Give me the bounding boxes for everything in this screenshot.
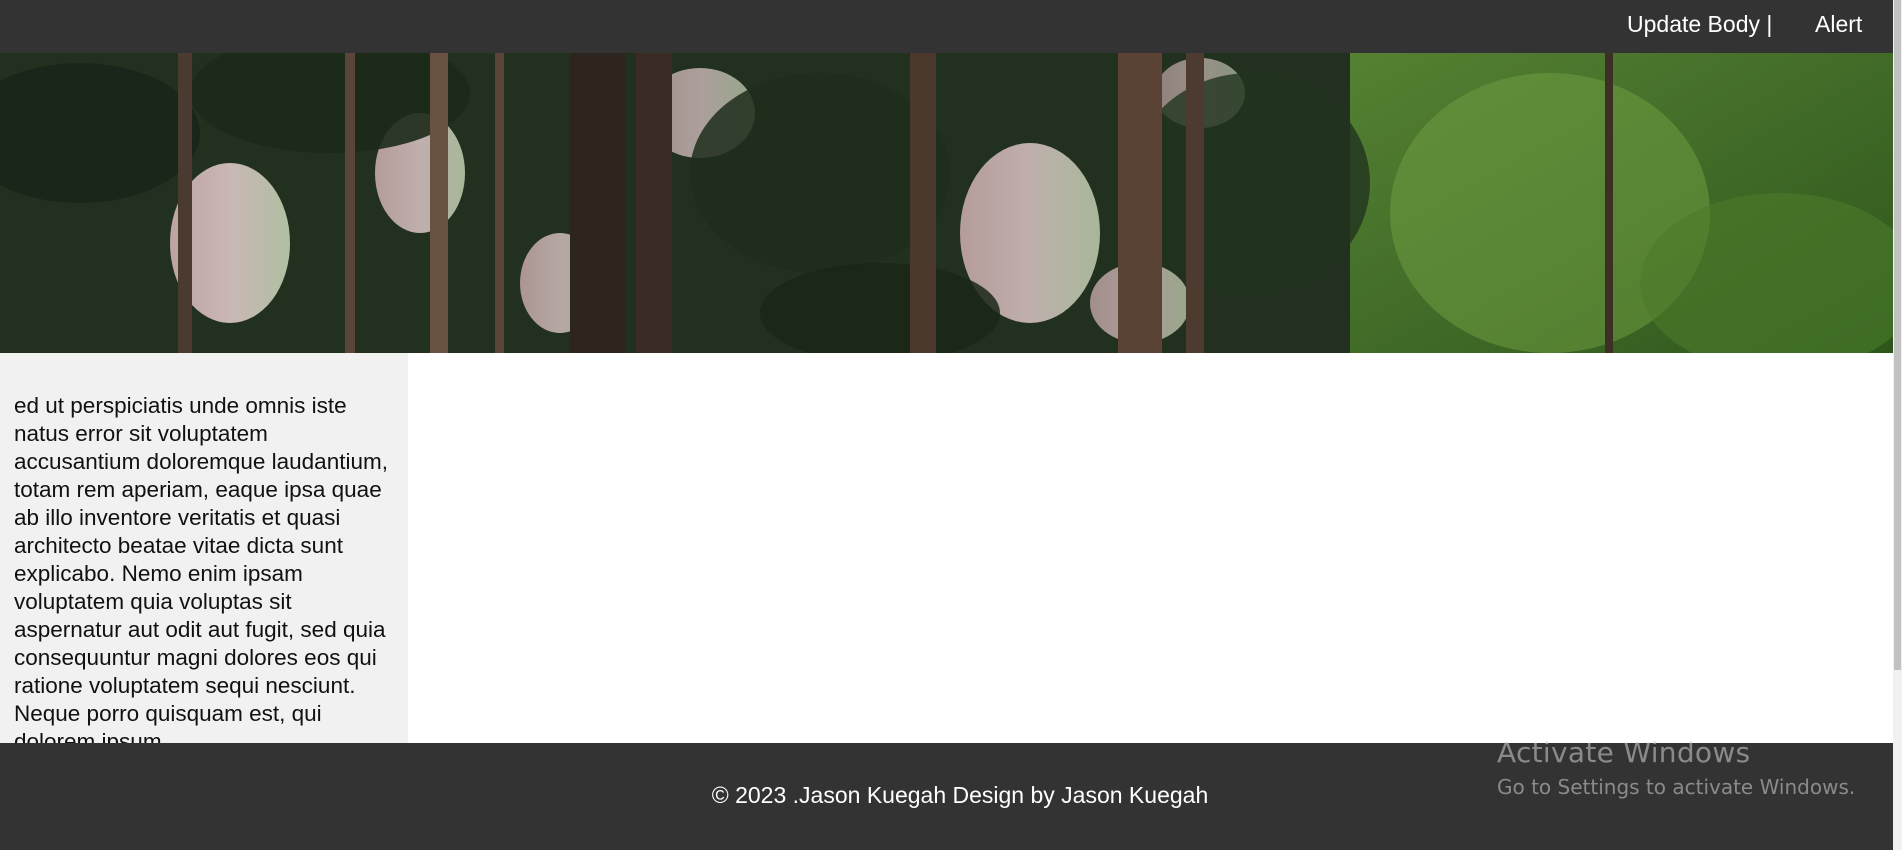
alert-link[interactable]: Alert <box>1815 10 1862 38</box>
activate-windows-subtitle[interactable]: Go to Settings to activate Windows. <box>1497 775 1855 799</box>
vertical-scrollbar[interactable] <box>1893 0 1902 850</box>
forest-illustration <box>0 53 1893 353</box>
scrollbar-thumb[interactable] <box>1894 0 1901 670</box>
activate-windows-title: Activate Windows <box>1497 736 1751 769</box>
sidebar-paragraph: ed ut perspiciatis unde omnis iste natus… <box>14 393 388 743</box>
page: Update Body | Alert ed ut perspiciatis u… <box>0 0 1902 850</box>
forest-hero-image <box>0 53 1893 353</box>
update-body-link[interactable]: Update Body | <box>1627 10 1772 38</box>
top-navbar: Update Body | Alert <box>0 0 1893 53</box>
sidebar: ed ut perspiciatis unde omnis iste natus… <box>0 353 408 743</box>
